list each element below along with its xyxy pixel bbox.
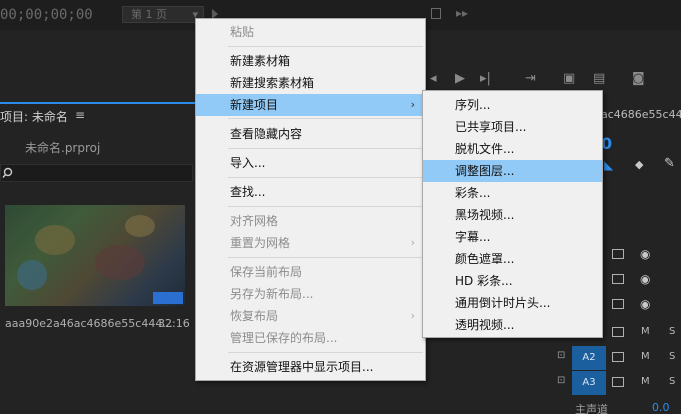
track-output-icon[interactable] — [612, 352, 624, 362]
submenu-item-captions[interactable]: 字幕... — [423, 226, 602, 248]
submenu-item-black-video[interactable]: 黑场视频... — [423, 204, 602, 226]
solo-button[interactable]: S — [669, 326, 675, 337]
track-output-icon[interactable] — [612, 299, 624, 309]
marker-icon[interactable]: ◣ — [604, 158, 613, 172]
project-panel-title[interactable]: 项目: 未命名 — [0, 108, 68, 125]
export-frame-icon[interactable] — [431, 8, 441, 19]
submenu-item-offline-file[interactable]: 脱机文件... — [423, 138, 602, 160]
video-audio-badge-icon — [153, 292, 183, 304]
solo-button[interactable]: S — [669, 351, 675, 362]
sequence-tab[interactable]: ac4686e55c44434 — [601, 108, 681, 121]
add-marker-icon[interactable]: ◆ — [635, 158, 643, 171]
menu-item-import[interactable]: 导入... — [196, 152, 425, 174]
menu-separator — [228, 118, 423, 119]
wrench-icon[interactable]: ✎ — [664, 156, 675, 171]
step-forward-icon[interactable]: ▸| — [480, 71, 491, 86]
lock-icon[interactable]: ⊡ — [557, 375, 565, 386]
submenu-item-bars-tone[interactable]: 彩条... — [423, 182, 602, 204]
submenu-item-shared-project[interactable]: 已共享项目... — [423, 116, 602, 138]
page-dropdown-label: 第 1 页 — [131, 8, 167, 21]
menu-separator — [228, 148, 423, 149]
camera-icon[interactable]: ◙ — [632, 71, 645, 86]
mute-button[interactable]: M — [641, 376, 650, 387]
menu-item-save-layout[interactable]: 保存当前布局 — [196, 261, 425, 283]
menu-item-new-item[interactable]: 新建项目 › — [196, 94, 425, 116]
menu-item-save-as-layout[interactable]: 另存为新布局... — [196, 283, 425, 305]
menu-item-snap-grid[interactable]: 对齐网格 — [196, 210, 425, 232]
menu-item-paste[interactable]: 粘贴 — [196, 21, 425, 43]
menu-item-view-hidden[interactable]: 查看隐藏内容 — [196, 123, 425, 145]
menu-item-restore-layout[interactable]: 恢复布局 › — [196, 305, 425, 327]
menu-separator — [228, 46, 423, 47]
track-label-a2[interactable]: A2 — [572, 346, 606, 370]
track-output-icon[interactable] — [612, 249, 624, 259]
clip-name: aaa90e2a46ac4686e55c444... — [5, 317, 173, 330]
track-output-icon[interactable] — [612, 327, 624, 337]
submenu-item-countdown-leader[interactable]: 通用倒计时片头... — [423, 292, 602, 314]
play-button-icon[interactable]: ▶ — [455, 71, 465, 86]
timecode-display[interactable]: 00;00;00;00 — [0, 7, 93, 23]
solo-button[interactable]: S — [669, 376, 675, 387]
more-controls-icon[interactable]: ▸▸ — [456, 6, 468, 20]
eye-icon[interactable]: ◉ — [640, 297, 650, 311]
page-dropdown[interactable]: 第 1 页 ▾ — [122, 6, 204, 23]
submenu-item-color-matte[interactable]: 颜色遮罩... — [423, 248, 602, 270]
menu-item-reset-grid[interactable]: 重置为网格 › — [196, 232, 425, 254]
search-icon — [2, 167, 13, 178]
project-file-name: 未命名.prproj — [25, 141, 101, 155]
track-label-a3[interactable]: A3 — [572, 371, 606, 395]
track-output-icon[interactable] — [612, 377, 624, 387]
submenu-item-adjustment-layer[interactable]: 调整图层... — [423, 160, 602, 182]
panel-menu-icon[interactable]: ≡ — [75, 108, 85, 122]
project-search-input[interactable] — [0, 164, 193, 182]
master-track-label: 主声道 — [575, 403, 608, 414]
clip-thumbnail[interactable] — [5, 205, 185, 306]
submenu-item-transparent-video[interactable]: 透明视频... — [423, 314, 602, 336]
menu-separator — [228, 352, 423, 353]
menu-item-new-search-bin[interactable]: 新建搜索素材箱 — [196, 72, 425, 94]
new-item-submenu: 序列... 已共享项目... 脱机文件... 调整图层... 彩条... 黑场视… — [422, 90, 603, 338]
step-back-icon[interactable]: ◂ — [430, 71, 437, 86]
clip-duration: 32:16 — [158, 317, 190, 330]
menu-separator — [228, 206, 423, 207]
menu-item-reveal-in-explorer[interactable]: 在资源管理器中显示项目... — [196, 356, 425, 378]
eye-icon[interactable]: ◉ — [640, 272, 650, 286]
submenu-arrow-icon: › — [410, 98, 415, 111]
master-track-value[interactable]: 0.0 — [652, 401, 670, 414]
menu-item-find[interactable]: 查找... — [196, 181, 425, 203]
monitor-transport-controls: ◂ ▶ ▸| ⇥ ▣ ▤ ◙ — [425, 63, 681, 93]
timeline-tools: ◣ ◆ ✎ — [601, 155, 681, 179]
mute-button[interactable]: M — [641, 326, 650, 337]
track-output-icon[interactable] — [612, 274, 624, 284]
context-menu: 粘贴 新建素材箱 新建搜索素材箱 新建项目 › 查看隐藏内容 导入... 查找..… — [195, 18, 426, 381]
menu-separator — [228, 177, 423, 178]
lock-icon[interactable]: ⊡ — [557, 350, 565, 361]
extract-icon[interactable]: ▤ — [593, 71, 605, 86]
submenu-item-sequence[interactable]: 序列... — [423, 94, 602, 116]
submenu-arrow-icon: › — [410, 236, 415, 249]
mute-button[interactable]: M — [641, 351, 650, 362]
submenu-arrow-icon: › — [410, 309, 415, 322]
eye-icon[interactable]: ◉ — [640, 247, 650, 261]
menu-item-manage-layouts[interactable]: 管理已保存的布局... — [196, 327, 425, 349]
menu-item-new-bin[interactable]: 新建素材箱 — [196, 50, 425, 72]
submenu-item-hd-bars[interactable]: HD 彩条... — [423, 270, 602, 292]
insert-icon[interactable]: ⇥ — [525, 71, 536, 86]
menu-separator — [228, 257, 423, 258]
lift-icon[interactable]: ▣ — [563, 71, 575, 86]
audio-track-row: ⊡ A2 M S — [505, 346, 681, 370]
audio-track-row: ⊡ A3 M S — [505, 371, 681, 395]
